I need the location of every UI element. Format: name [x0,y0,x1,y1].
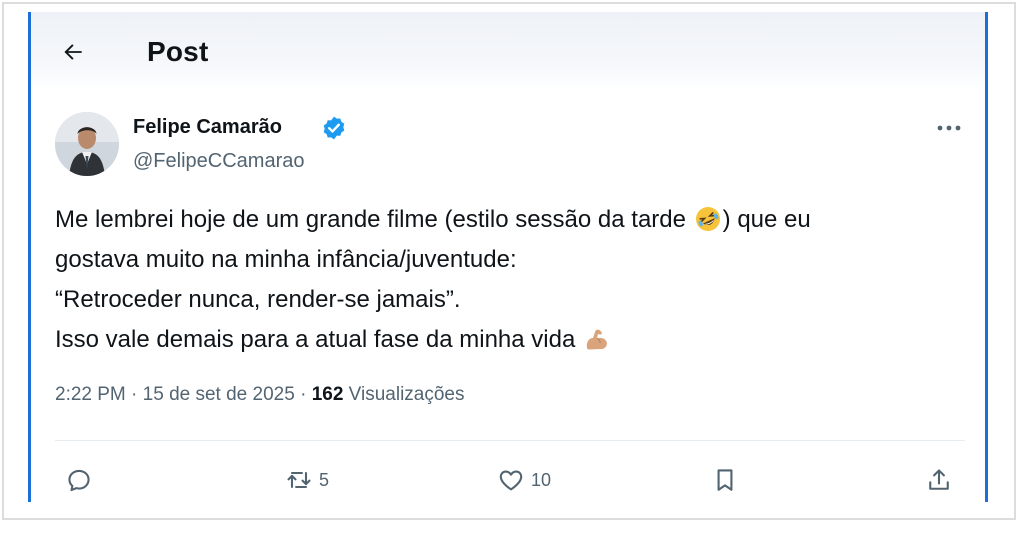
post-card: Post Felipe Camarão @FelipeCCamarao Me l… [28,12,988,502]
share-icon [929,469,949,490]
post-text: Me lembrei hoje de um grande filme (esti… [55,200,955,360]
post-line-3: “Retroceder nunca, render-se jamais”. [55,286,461,313]
like-count: 10 [531,469,552,490]
rolling-laughing-emoji [695,207,720,231]
post-line-4: Isso vale demais para a atual fase da mi… [55,320,955,360]
verified-badge-icon [323,116,345,140]
arrow-left-icon [64,44,82,60]
bookmark-icon [717,469,733,491]
profile-photo [55,112,119,176]
avatar[interactable] [55,112,119,176]
repost-icon [287,471,311,489]
flexed-biceps-emoji [586,329,607,350]
post-meta: 2:22 PM · 15 de set de 2025 · 162 Visual… [55,384,465,405]
more-options-button[interactable] [931,116,967,140]
divider [55,440,965,441]
like-button[interactable]: 10 [497,462,551,498]
repost-button[interactable]: 5 [285,462,329,498]
post-header: Post [31,12,985,90]
author-name[interactable]: Felipe Camarão [133,116,282,139]
post-line-2: gostava muito na minha infância/juventud… [55,246,517,273]
back-button[interactable] [55,34,91,70]
post-line-1: Me lembrei hoje de um grande filme (esti… [55,200,955,240]
views-label: Visualizações [343,384,465,405]
post-time[interactable]: 2:22 PM [55,384,126,405]
author-handle[interactable]: @FelipeCCamarao [133,150,304,173]
reply-button[interactable] [65,462,99,498]
share-button[interactable] [925,462,953,498]
post-date[interactable]: 15 de set de 2025 [143,384,295,405]
page-title: Post [147,36,209,67]
views-count: 162 [311,384,344,405]
action-bar: 5 10 [31,462,985,502]
repost-count: 5 [319,469,330,490]
heart-icon [499,470,523,491]
reply-icon [68,469,90,492]
more-horizontal-icon [937,125,961,131]
bookmark-button[interactable] [711,462,739,498]
